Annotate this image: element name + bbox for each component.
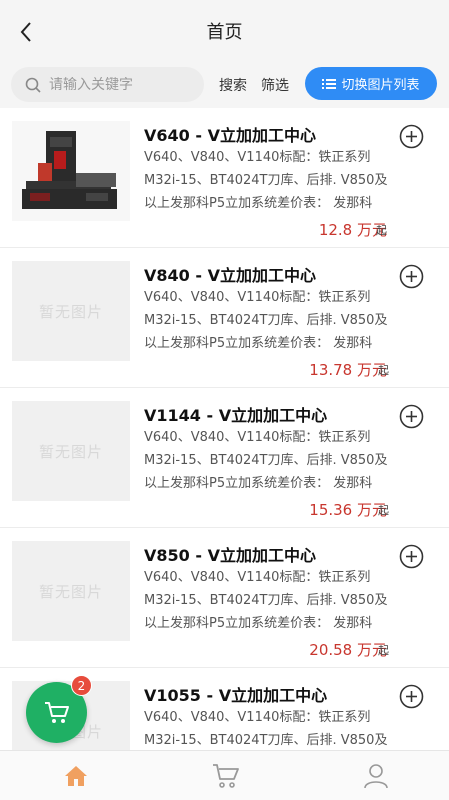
product-title: V1144 - V立加加工中心 xyxy=(144,406,328,425)
product-list: V640 - V立加加工中心 V640、V840、V1140标配：铁正系列M32… xyxy=(0,108,449,750)
product-card[interactable]: V640 - V立加加工中心 V640、V840、V1140标配：铁正系列M32… xyxy=(0,108,449,248)
placeholder-text: 暂无图片 xyxy=(38,442,103,461)
product-description: V640、V840、V1140标配：铁正系列M32i-15、BT4024T刀库、… xyxy=(144,710,388,748)
header: 首页 xyxy=(0,0,449,62)
add-icon[interactable] xyxy=(399,264,424,289)
tab-profile[interactable] xyxy=(356,760,396,792)
cart-badge: 2 xyxy=(71,675,92,696)
product-card[interactable]: 暂无图片 V1144 - V立加加工中心 V640、V840、V1140标配：铁… xyxy=(0,388,449,528)
placeholder-text: 暂无图片 xyxy=(38,302,103,321)
add-icon[interactable] xyxy=(399,124,424,149)
product-title: V1055 - V立加加工中心 xyxy=(144,686,328,705)
price-unit: 起 xyxy=(376,224,387,237)
tab-cart[interactable] xyxy=(206,760,246,792)
product-card[interactable]: 暂无图片 V840 - V立加加工中心 V640、V840、V1140标配：铁正… xyxy=(0,248,449,388)
search-input[interactable] xyxy=(49,76,189,93)
back-button[interactable] xyxy=(12,18,40,46)
price-unit: 起 xyxy=(378,364,389,377)
product-image-placeholder: 暂无图片 xyxy=(12,261,130,361)
add-icon[interactable] xyxy=(399,404,424,429)
product-image-placeholder: 暂无图片 xyxy=(12,401,130,501)
search-box[interactable] xyxy=(11,67,204,102)
search-button[interactable]: 搜索 xyxy=(219,75,247,95)
product-image xyxy=(12,121,130,221)
product-title: V850 - V立加加工中心 xyxy=(144,546,316,565)
product-image-placeholder: 暂无图片 xyxy=(12,541,130,641)
price-unit: 起 xyxy=(378,644,389,657)
product-description: V640、V840、V1140标配：铁正系列M32i-15、BT4024T刀库、… xyxy=(144,150,388,211)
cart-icon xyxy=(44,701,69,723)
machine-image xyxy=(22,131,117,209)
switch-view-label: 切换图片列表 xyxy=(341,78,420,93)
tab-home[interactable] xyxy=(56,760,96,792)
search-icon xyxy=(25,77,41,93)
user-icon xyxy=(364,764,388,789)
page: 首页 搜索 筛选 切换图片列表 xyxy=(0,0,449,800)
cart-icon xyxy=(213,764,239,788)
toolbar: 搜索 筛选 切换图片列表 xyxy=(0,62,449,108)
home-icon xyxy=(65,766,87,786)
product-title: V640 - V立加加工中心 xyxy=(144,126,316,145)
add-icon[interactable] xyxy=(399,684,424,709)
product-card[interactable]: 暂无图片 V850 - V立加加工中心 V640、V840、V1140标配：铁正… xyxy=(0,528,449,668)
add-icon[interactable] xyxy=(399,544,424,569)
product-title: V840 - V立加加工中心 xyxy=(144,266,316,285)
product-price: 13.78 万元 xyxy=(309,361,387,379)
price-unit: 起 xyxy=(378,504,389,517)
product-description: V640、V840、V1140标配：铁正系列M32i-15、BT4024T刀库、… xyxy=(144,570,388,631)
tab-bar xyxy=(0,750,449,800)
filter-button[interactable]: 筛选 xyxy=(261,75,289,95)
chevron-left-icon xyxy=(20,22,31,42)
switch-view-button[interactable]: 切换图片列表 xyxy=(305,67,437,100)
product-description: V640、V840、V1140标配：铁正系列M32i-15、BT4024T刀库、… xyxy=(144,430,388,491)
placeholder-text: 暂无图片 xyxy=(38,582,103,601)
product-price: 15.36 万元 xyxy=(309,501,387,519)
product-description: V640、V840、V1140标配：铁正系列M32i-15、BT4024T刀库、… xyxy=(144,290,388,351)
list-icon xyxy=(322,78,337,89)
page-title: 首页 xyxy=(206,22,243,43)
product-price: 20.58 万元 xyxy=(309,641,387,659)
